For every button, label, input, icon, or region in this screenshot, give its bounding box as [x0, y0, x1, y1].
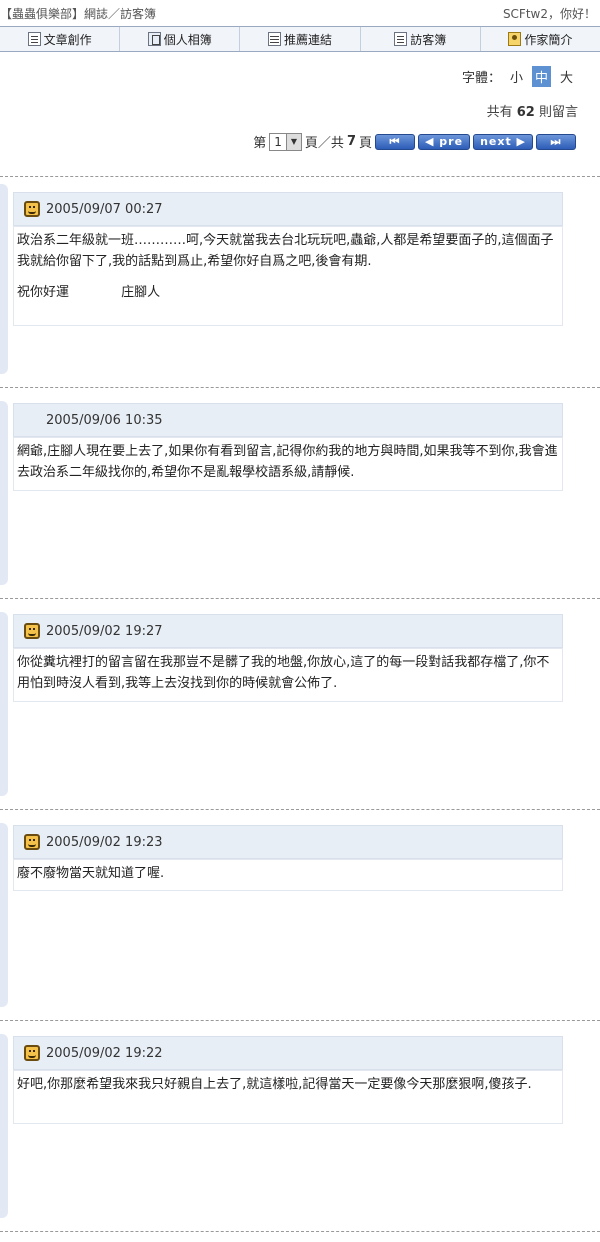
site-breadcrumb[interactable]: 【蟲蟲俱樂部】網誌／訪客簿 — [0, 5, 156, 22]
page-select[interactable]: 1 ▼ — [269, 132, 302, 151]
entry-date: 2005/09/06 10:35 — [46, 412, 163, 428]
last-page-button[interactable]: ⏭ — [536, 133, 576, 150]
entry-text: 政治系二年級就一班…………呵,今天就當我去台北玩玩吧,蟲爺,人都是希望要面子的,… — [17, 233, 554, 269]
font-size-selector: 字體： 小 中 大 — [462, 66, 576, 87]
font-size-small[interactable]: 小 — [507, 66, 526, 87]
first-page-button[interactable]: ⏮ — [375, 133, 415, 150]
nav-articles[interactable]: 文章創作 — [0, 27, 121, 51]
entry-separator — [0, 1231, 600, 1232]
nav-guestbook[interactable]: 訪客簿 — [361, 27, 481, 51]
entry-header: 2005/09/02 19:27 — [13, 614, 563, 648]
top-bar: 【蟲蟲俱樂部】網誌／訪客簿 SCFtw2，你好！ — [0, 0, 600, 26]
signature-wish: 祝你好運 — [17, 285, 70, 300]
nav-links[interactable]: 推薦連結 — [240, 27, 361, 51]
entry-separator — [0, 809, 600, 810]
nav-profile[interactable]: 作家簡介 — [481, 27, 600, 51]
font-size-large[interactable]: 大 — [557, 66, 576, 87]
pagination: 第 1 ▼ 頁／共 7 頁 ⏮ ◀ pre next ▶ ⏭ — [253, 132, 576, 151]
avatar-icon — [24, 834, 40, 850]
entry-date: 2005/09/07 00:27 — [46, 201, 163, 217]
entry-header: 2005/09/02 19:23 — [13, 825, 563, 859]
message-count-value: 62 — [516, 105, 535, 120]
entry-text: 廢不廢物當天就知道了喔. — [17, 866, 165, 881]
entry-date: 2005/09/02 19:27 — [46, 623, 163, 639]
message-count: 共有 62 則留言 — [487, 101, 578, 120]
entry-text: 網爺,庄腳人現在要上去了,如果你有看到留言,記得你約我的地方與時間,如果我等不到… — [17, 444, 558, 480]
message-count-suffix: 則留言 — [538, 105, 578, 120]
table-icon — [268, 32, 281, 46]
signature-name: 庄腳人 — [121, 285, 161, 300]
font-size-label: 字體： — [461, 71, 501, 86]
prev-page-button[interactable]: ◀ pre — [418, 133, 471, 150]
entry-side-bar — [0, 612, 8, 796]
entry-header: 2005/09/06 10:35 — [13, 403, 563, 437]
entry-side-bar — [0, 184, 8, 374]
entry-separator — [0, 387, 600, 388]
entry-header: 2005/09/07 00:27 — [13, 192, 563, 226]
pager-total: 7 — [346, 134, 356, 149]
entry-text: 好吧,你那麼希望我來我只好親自上去了,就這樣啦,記得當天一定要像今天那麼狠啊,傻… — [17, 1077, 532, 1092]
pager-page-label: 第 — [253, 136, 267, 151]
nav-album[interactable]: 個人相簿 — [120, 27, 241, 51]
entry-header: 2005/09/02 19:22 — [13, 1036, 563, 1070]
entry-separator — [0, 1020, 600, 1021]
note-icon — [394, 32, 408, 46]
avatar-icon — [24, 623, 40, 639]
nav-articles-label: 文章創作 — [43, 32, 92, 47]
chevron-down-icon: ▼ — [285, 133, 301, 150]
pager-of-label: 頁／共 — [304, 136, 344, 151]
note-icon — [27, 32, 41, 46]
main-nav: 文章創作 個人相簿 推薦連結 訪客簿 作家簡介 — [0, 26, 600, 52]
entry-date: 2005/09/02 19:22 — [46, 1045, 163, 1061]
user-greeting: SCFtw2，你好！ — [502, 6, 596, 21]
message-count-prefix: 共有 — [486, 105, 513, 120]
entry-text: 你從糞坑裡打的留言留在我那豈不是髒了我的地盤,你放心,這了的每一段對話我都存檔了… — [17, 655, 550, 691]
entry-body: 好吧,你那麼希望我來我只好親自上去了,就這樣啦,記得當天一定要像今天那麼狠啊,傻… — [13, 1070, 563, 1124]
entry-separator — [0, 598, 600, 599]
user-icon — [508, 32, 522, 46]
pager-end-label: 頁 — [358, 136, 372, 151]
entry-separator — [0, 176, 600, 177]
next-page-button[interactable]: next ▶ — [473, 133, 533, 150]
avatar-icon — [24, 1045, 40, 1061]
entry-signature: 祝你好運 庄腳人 — [17, 282, 559, 303]
avatar-icon — [24, 201, 40, 217]
entry-date: 2005/09/02 19:23 — [46, 834, 163, 850]
entry-side-bar — [0, 823, 8, 1007]
nav-profile-label: 作家簡介 — [524, 32, 573, 47]
nav-links-label: 推薦連結 — [284, 32, 333, 47]
entry-side-bar — [0, 401, 8, 585]
nav-guestbook-label: 訪客簿 — [410, 32, 447, 47]
nav-album-label: 個人相簿 — [163, 32, 212, 47]
entry-body: 網爺,庄腳人現在要上去了,如果你有看到留言,記得你約我的地方與時間,如果我等不到… — [13, 437, 563, 491]
entry-body: 你從糞坑裡打的留言留在我那豈不是髒了我的地盤,你放心,這了的每一段對話我都存檔了… — [13, 648, 563, 702]
album-icon — [147, 32, 161, 46]
page-select-value: 1 — [274, 134, 282, 149]
entry-side-bar — [0, 1034, 8, 1218]
font-size-medium[interactable]: 中 — [531, 66, 551, 87]
entry-body: 政治系二年級就一班…………呵,今天就當我去台北玩玩吧,蟲爺,人都是希望要面子的,… — [13, 226, 563, 326]
entry-body: 廢不廢物當天就知道了喔. — [13, 859, 563, 891]
